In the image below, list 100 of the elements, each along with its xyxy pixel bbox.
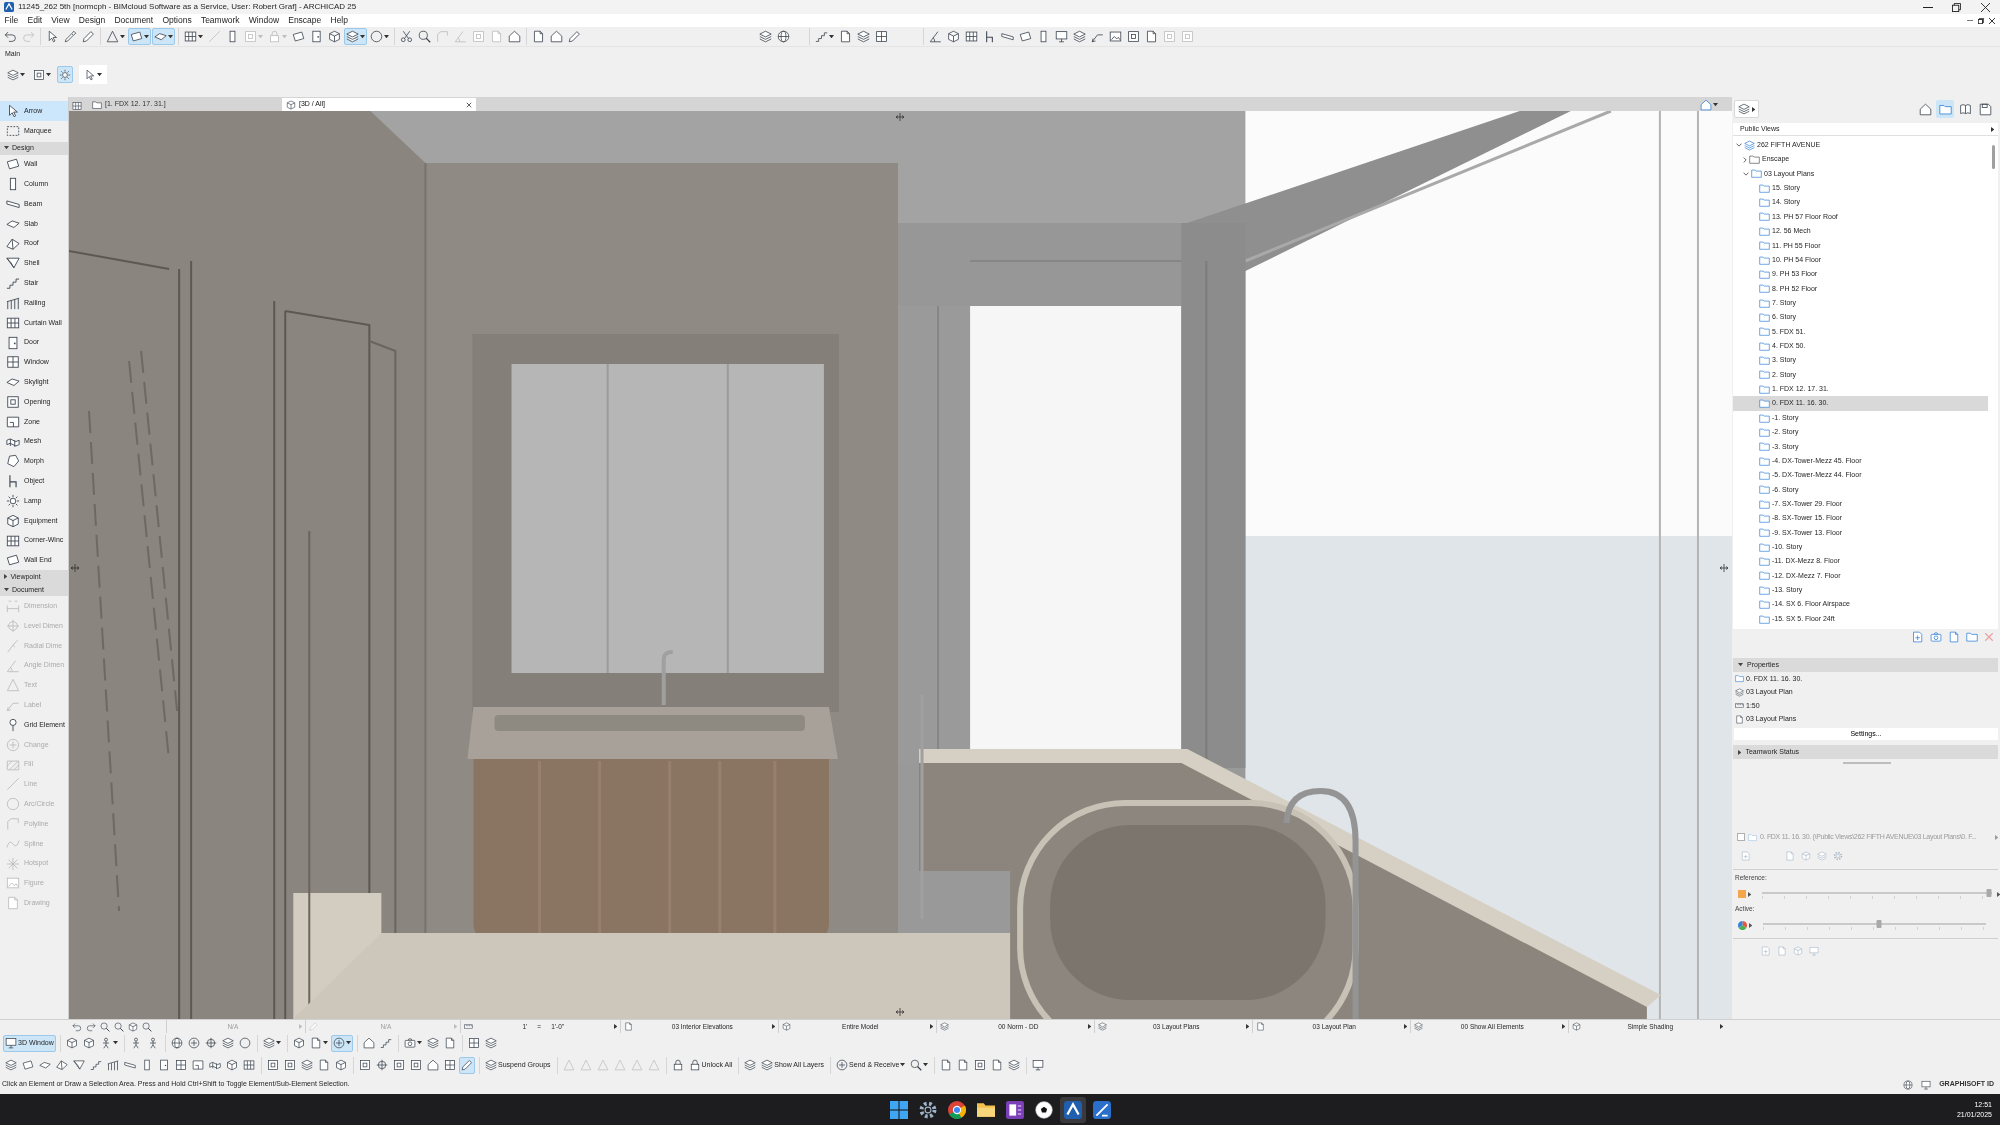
toolbar-button[interactable]: [330, 1034, 353, 1052]
folder-icon: [1759, 211, 1770, 223]
search-icon[interactable]: [100, 1021, 110, 1032]
folder-icon: [1759, 340, 1770, 352]
layers-icon: [1744, 139, 1755, 151]
folder-icon: [1759, 426, 1770, 438]
scrollbar-thumb[interactable]: [1992, 145, 1995, 169]
caret-icon: [4, 574, 8, 580]
gear-icon: [918, 1100, 937, 1119]
undo-icon[interactable]: [72, 1021, 82, 1032]
search-icon[interactable]: [114, 1021, 124, 1032]
caret-icon: [4, 588, 9, 592]
caret-icon: [1403, 1024, 1407, 1029]
close-icon[interactable]: [1989, 17, 1995, 24]
door-icon: [6, 335, 20, 350]
ball-icon: [1034, 1100, 1053, 1119]
color-wheel-icon[interactable]: [1738, 920, 1747, 930]
camera-icon[interactable]: [1930, 630, 1942, 643]
document-icon: [1735, 714, 1744, 724]
caret-icon: [613, 1024, 617, 1029]
redo-icon[interactable]: [86, 1021, 96, 1032]
chevron-icon[interactable]: [1743, 171, 1749, 176]
toolbar-button[interactable]: [104, 28, 127, 45]
notebook-icon: [1005, 1100, 1024, 1119]
folder-icon: [1759, 570, 1770, 582]
triangle-icon: [6, 678, 20, 693]
folder-icon: [1735, 674, 1744, 684]
caret-icon: [298, 1024, 302, 1029]
angle-icon: [6, 658, 20, 673]
menu-item[interactable]: Window: [244, 14, 284, 27]
chevron-icon[interactable]: [1743, 156, 1747, 163]
toolbar-button[interactable]: [128, 28, 151, 45]
folder-icon: [1759, 254, 1770, 266]
wall-icon: [6, 553, 20, 568]
folder-icon: [1751, 168, 1762, 180]
menu-item[interactable]: Edit: [22, 14, 47, 27]
menu-item[interactable]: Design: [74, 14, 110, 27]
roof-icon: [6, 236, 20, 251]
layers-icon: [1735, 687, 1744, 697]
menu-item[interactable]: Enscape: [283, 14, 326, 27]
caret-icon: [771, 1024, 775, 1029]
document-icon[interactable]: [1948, 630, 1960, 643]
toolbar-button[interactable]: [152, 28, 175, 45]
window-title: 11245_262 5th [normcph - BIMcloud Software as a Service, User: Robert Graf] - ARCHICAD 25: [18, 2, 357, 12]
slider-track[interactable]: [1763, 920, 1986, 930]
folder-icon: [1759, 498, 1770, 510]
folder-icon: [1759, 527, 1770, 539]
cube-icon: [6, 513, 20, 528]
cross-marker-icon: [1719, 563, 1729, 573]
layers-icon: [1098, 1022, 1107, 1031]
menu-item[interactable]: Teamwork: [196, 14, 245, 27]
close-icon[interactable]: [1981, 2, 1990, 12]
cube-icon[interactable]: [128, 1021, 138, 1032]
menu-item[interactable]: Options: [157, 14, 197, 27]
cube-icon: [1572, 1022, 1581, 1031]
menu-item[interactable]: Document: [109, 14, 158, 27]
folder-icon: [1759, 412, 1770, 424]
radial-icon: [6, 638, 20, 653]
globe-icon[interactable]: [1903, 1079, 1914, 1090]
cross-marker-icon: [895, 112, 905, 122]
polyline-icon: [6, 817, 20, 831]
caret-icon: [1996, 891, 2000, 897]
caret-icon: [1719, 1024, 1723, 1029]
chevron-icon[interactable]: [1736, 143, 1742, 148]
monitor-icon[interactable]: [1921, 1079, 1932, 1090]
folder-icon[interactable]: [1966, 630, 1978, 643]
book-icon: [1958, 102, 1972, 116]
navigator-mode-button[interactable]: [1936, 100, 1954, 118]
chair-icon: [6, 474, 20, 489]
toolbar-button[interactable]: [368, 28, 391, 45]
slider-track[interactable]: [1762, 889, 1992, 899]
folder-icon: [1759, 268, 1770, 280]
restore-icon[interactable]: [1952, 2, 1961, 12]
folder-icon: [1759, 469, 1770, 481]
minimize-icon[interactable]: [1922, 6, 1933, 8]
menu-item[interactable]: File: [0, 14, 23, 27]
caret-icon: [453, 1024, 457, 1029]
toolbar-button[interactable]: [182, 28, 205, 45]
menu-item[interactable]: View: [46, 14, 75, 27]
taskbar-button[interactable]: [1059, 1096, 1086, 1123]
cross-marker-icon: [70, 563, 80, 573]
slider-thumb[interactable]: [1986, 889, 1992, 897]
caret-icon: [1749, 922, 1753, 928]
folder-icon: [1759, 441, 1770, 453]
close-icon[interactable]: [466, 101, 472, 108]
folder-icon: [1759, 484, 1770, 496]
restore-icon[interactable]: [1978, 17, 1984, 24]
grid-icon[interactable]: [72, 101, 82, 111]
toolbar-button[interactable]: [344, 28, 367, 45]
page-plus-icon[interactable]: [1912, 630, 1924, 643]
color-swatch-icon[interactable]: [1738, 890, 1746, 898]
dimension-icon: [6, 599, 20, 614]
slider-thumb[interactable]: [1876, 920, 1882, 928]
search-icon[interactable]: [142, 1021, 152, 1032]
menu-item[interactable]: Help: [325, 14, 353, 27]
view-mode-dropdown[interactable]: [1734, 100, 1760, 118]
caret-icon: [1713, 103, 1718, 107]
window-icon: [6, 355, 20, 370]
layers-icon: [1414, 1022, 1423, 1031]
document-icon: [624, 1022, 633, 1031]
